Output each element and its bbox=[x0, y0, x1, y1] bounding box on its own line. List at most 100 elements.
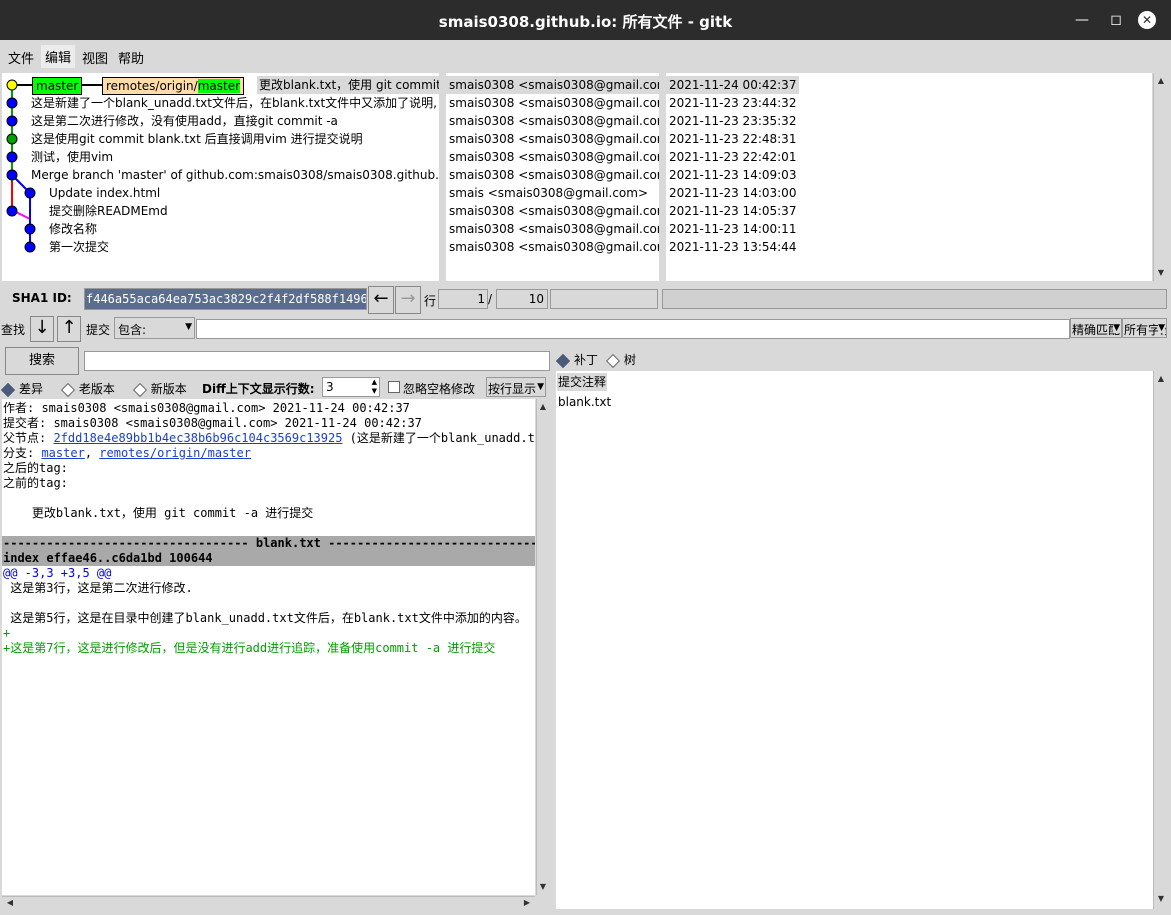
commit-subject[interactable]: 这是使用git commit blank.txt 后直接调用vim 进行提交说明 bbox=[31, 130, 363, 148]
commit-date[interactable]: 2021-11-23 14:05:37 bbox=[669, 202, 796, 220]
maximize-icon[interactable]: ◻ bbox=[1106, 10, 1126, 30]
menu-help[interactable]: 帮助 bbox=[118, 48, 144, 67]
scroll-down-icon[interactable]: ▼ bbox=[1155, 893, 1167, 905]
scroll-down-icon[interactable]: ▼ bbox=[537, 881, 549, 893]
commit-subject-pane[interactable]: master remotes/origin/master 更改blank.txt… bbox=[2, 73, 439, 281]
commit-author[interactable]: smais0308 <smais0308@gmail.com> bbox=[449, 112, 659, 130]
commit-author[interactable]: smais <smais0308@gmail.com> bbox=[449, 184, 648, 202]
commit-dot bbox=[6, 133, 18, 145]
commit-date[interactable]: 2021-11-23 23:35:32 bbox=[669, 112, 796, 130]
commit-subject[interactable]: Update index.html bbox=[49, 184, 160, 202]
new-version-radio[interactable] bbox=[132, 382, 147, 397]
row-label: 行 bbox=[424, 294, 437, 308]
find-up-icon[interactable]: ↑ bbox=[57, 316, 81, 342]
field-scope-select[interactable]: 所有字段 ▼ bbox=[1122, 318, 1167, 338]
commit-author[interactable]: smais0308 <smais0308@gmail.com> bbox=[449, 94, 659, 112]
commit-author-pane[interactable]: smais0308 <smais0308@gmail.com> smais030… bbox=[446, 73, 659, 281]
row-current: 1 bbox=[477, 292, 485, 306]
commit-date[interactable]: 2021-11-23 14:00:11 bbox=[669, 220, 796, 238]
commit-date[interactable]: 2021-11-24 00:42:37 bbox=[666, 76, 800, 94]
branch-link-remote[interactable]: remotes/origin/master bbox=[99, 446, 251, 460]
menu-edit[interactable]: 编辑 bbox=[41, 45, 76, 68]
diff-pane[interactable]: 作者: smais0308 <smais0308@gmail.com> 2021… bbox=[2, 399, 535, 895]
find-type-select[interactable]: 包含: ▼ bbox=[114, 317, 195, 339]
find-input[interactable] bbox=[196, 319, 1070, 339]
file-list-scrollbar[interactable]: ▲ ▼ bbox=[1153, 371, 1168, 909]
commit-date-pane[interactable]: 2021-11-24 00:42:37 2021-11-23 23:44:32 … bbox=[666, 73, 1152, 281]
row-total-field: 10 bbox=[496, 289, 548, 309]
commit-date[interactable]: 2021-11-23 14:09:03 bbox=[669, 166, 796, 184]
comments-item[interactable]: 提交注释 bbox=[557, 373, 608, 391]
file-item[interactable]: blank.txt bbox=[558, 393, 611, 411]
commit-dot bbox=[6, 151, 18, 163]
display-mode-select[interactable]: 按行显示 ▼ bbox=[486, 377, 546, 397]
search-button[interactable]: 搜索 bbox=[5, 347, 79, 375]
commit-subject[interactable]: 更改blank.txt，使用 git commit bbox=[257, 76, 439, 94]
commit-author[interactable]: smais0308 <smais0308@gmail.com> bbox=[446, 76, 659, 94]
menu-view[interactable]: 视图 bbox=[82, 48, 108, 67]
menu-file[interactable]: 文件 bbox=[8, 48, 34, 67]
commit-dot bbox=[6, 115, 18, 127]
remote-branch-tag[interactable]: remotes/origin/master bbox=[102, 77, 245, 95]
scroll-right-icon[interactable]: ▶ bbox=[521, 897, 533, 909]
close-icon[interactable]: ✕ bbox=[1138, 11, 1156, 29]
local-branch-tag[interactable]: master bbox=[32, 77, 83, 95]
commit-subject[interactable]: 提交删除READMEmd bbox=[49, 202, 168, 220]
commit-date[interactable]: 2021-11-23 22:42:01 bbox=[669, 148, 796, 166]
added-line: + bbox=[3, 626, 11, 640]
precedes-tag-line: 之前的tag: bbox=[3, 476, 68, 490]
commit-subject[interactable]: 这是第二次进行修改，没有使用add，直接git commit -a bbox=[31, 112, 338, 130]
commit-subject[interactable]: 这是新建了一个blank_unadd.txt文件后，在blank.txt文件中又… bbox=[31, 94, 437, 112]
commit-date[interactable]: 2021-11-23 23:44:32 bbox=[669, 94, 796, 112]
patch-label: 补丁 bbox=[574, 353, 599, 367]
context-line: 这是第3行，这是第二次进行修改. bbox=[3, 581, 193, 595]
row-sep: / bbox=[488, 292, 493, 306]
spin-arrows-icon[interactable]: ▲ ▼ bbox=[372, 378, 377, 396]
chevron-down-icon: ▼ bbox=[1158, 323, 1165, 333]
diff-vscrollbar[interactable]: ▲ ▼ bbox=[536, 399, 550, 895]
commit-subject[interactable]: 测试，使用vim bbox=[31, 148, 113, 166]
scroll-left-icon[interactable]: ◀ bbox=[4, 897, 16, 909]
old-version-radio[interactable] bbox=[60, 382, 75, 397]
scroll-up-icon[interactable]: ▲ bbox=[1155, 75, 1167, 87]
commit-author[interactable]: smais0308 <smais0308@gmail.com> bbox=[449, 202, 659, 220]
back-arrow-icon[interactable]: ← bbox=[368, 286, 394, 314]
commit-dot bbox=[6, 169, 18, 181]
context-lines-spinbox[interactable]: 3 ▲ ▼ bbox=[322, 377, 380, 397]
tree-radio[interactable] bbox=[605, 353, 620, 368]
minimize-icon[interactable]: — bbox=[1072, 10, 1092, 30]
forward-arrow-icon[interactable]: → bbox=[395, 286, 421, 314]
scroll-down-icon[interactable]: ▼ bbox=[1155, 267, 1167, 279]
parent-hash-link[interactable]: 2fdd18e4e89bb1b4ec38b6b96c104c3569c13925 bbox=[53, 431, 342, 445]
commit-subject[interactable]: 第一次提交 bbox=[49, 238, 109, 256]
commit-subject[interactable]: 修改名称 bbox=[49, 220, 97, 238]
diff-hscrollbar[interactable]: ◀ ▶ bbox=[2, 896, 535, 910]
diff-radio[interactable] bbox=[0, 382, 16, 397]
commit-list-scrollbar[interactable]: ▲ ▼ bbox=[1153, 73, 1168, 281]
file-header: ---------------------------------- blank… bbox=[2, 536, 535, 551]
commit-author[interactable]: smais0308 <smais0308@gmail.com> bbox=[449, 130, 659, 148]
commit-author[interactable]: smais0308 <smais0308@gmail.com> bbox=[449, 148, 659, 166]
branch-link-master[interactable]: master bbox=[41, 446, 84, 460]
commit-author[interactable]: smais0308 <smais0308@gmail.com> bbox=[449, 220, 659, 238]
find-down-icon[interactable]: ↓ bbox=[30, 316, 54, 342]
file-list-pane[interactable]: 提交注释 blank.txt bbox=[556, 371, 1153, 909]
commit-author[interactable]: smais0308 <smais0308@gmail.com> bbox=[449, 238, 659, 256]
scroll-up-icon[interactable]: ▲ bbox=[537, 401, 549, 413]
commit-date[interactable]: 2021-11-23 22:48:31 bbox=[669, 130, 796, 148]
sha1-field[interactable]: f446a55aca64ea753ac3829c2f4f2df588f14966 bbox=[84, 288, 367, 310]
patch-radio[interactable] bbox=[555, 353, 571, 368]
commit-subject[interactable]: Merge branch 'master' of github.com:smai… bbox=[31, 166, 439, 184]
commit-author[interactable]: smais0308 <smais0308@gmail.com> bbox=[449, 166, 659, 184]
commit-date[interactable]: 2021-11-23 14:03:00 bbox=[669, 184, 796, 202]
scroll-up-icon[interactable]: ▲ bbox=[1155, 373, 1167, 385]
match-mode-select[interactable]: 精确匹配 ▼ bbox=[1070, 318, 1122, 338]
search-input[interactable] bbox=[84, 351, 550, 371]
parent-desc: (这是新建了一个blank_unadd.txt bbox=[342, 431, 535, 445]
commit-date[interactable]: 2021-11-23 13:54:44 bbox=[669, 238, 796, 256]
branch-sep: , bbox=[84, 446, 100, 460]
diff-options: 差异 老版本 新版本 bbox=[0, 380, 187, 397]
context-lines-value: 3 bbox=[326, 380, 334, 394]
ignore-whitespace-checkbox[interactable] bbox=[388, 381, 400, 393]
commit-dot bbox=[24, 187, 36, 199]
